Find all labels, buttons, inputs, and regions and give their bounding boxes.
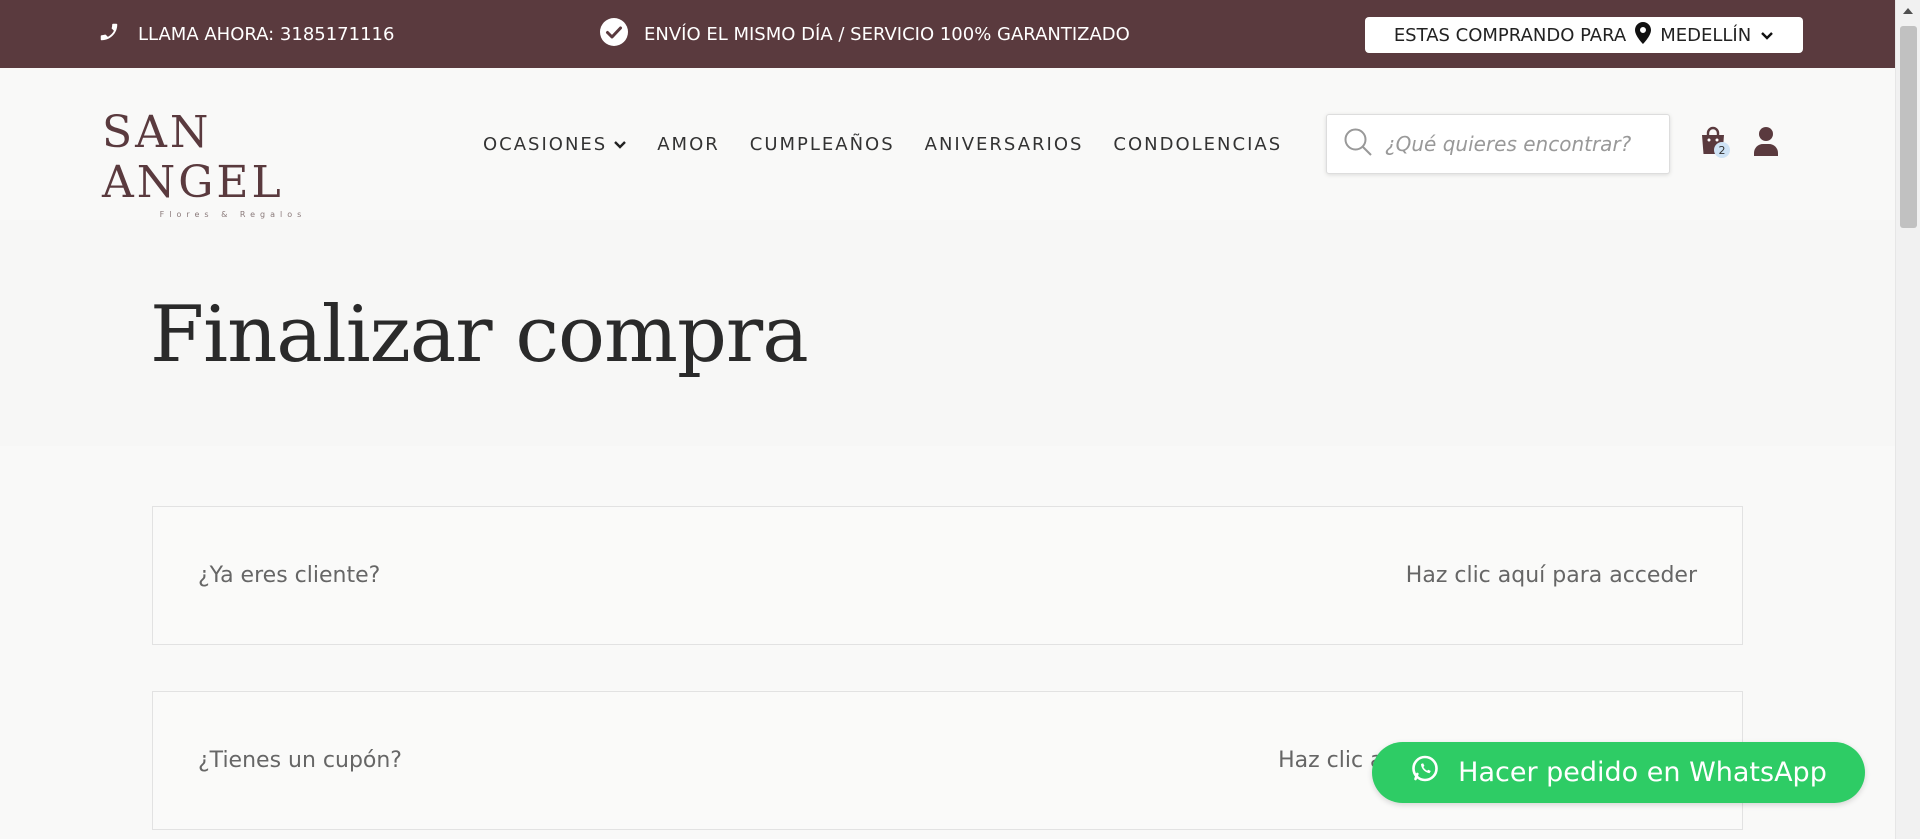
call-now-text: LLAMA AHORA: 3185171116 — [138, 23, 395, 45]
nav-item-cumpleanos[interactable]: CUMPLEAÑOS — [750, 134, 895, 155]
chevron-down-icon — [613, 134, 627, 155]
search-input[interactable] — [1385, 132, 1655, 156]
nav-item-ocasiones[interactable]: OCASIONES — [483, 134, 627, 155]
page-hero: Finalizar compra — [0, 220, 1895, 446]
logo-main: SAN ANGEL — [102, 107, 284, 208]
search-icon[interactable] — [1343, 127, 1373, 161]
shipping-text: ENVÍO EL MISMO DÍA / SERVICIO 100% GARAN… — [644, 23, 1130, 45]
nav-item-label: ANIVERSARIOS — [924, 133, 1084, 155]
login-notice: ¿Ya eres cliente? Haz clic aquí para acc… — [152, 506, 1743, 645]
cart-button[interactable]: 2 — [1700, 126, 1730, 160]
login-question: ¿Ya eres cliente? — [198, 563, 381, 588]
buying-for-label: ESTAS COMPRANDO PARA — [1393, 24, 1627, 46]
nav-item-amor[interactable]: AMOR — [657, 134, 720, 155]
whatsapp-icon — [1410, 754, 1440, 791]
cart-count-badge: 2 — [1714, 142, 1730, 158]
account-button[interactable] — [1752, 126, 1782, 158]
logo[interactable]: SAN ANGEL Flores & Regalos — [102, 108, 354, 220]
whatsapp-label: Hacer pedido en WhatsApp — [1458, 757, 1827, 788]
coupon-question: ¿Tienes un cupón? — [198, 748, 402, 773]
chevron-down-icon — [1760, 25, 1774, 46]
phone-icon — [98, 21, 120, 48]
city-label: MEDELLÍN — [1660, 24, 1752, 46]
check-circle-icon — [600, 17, 628, 51]
search-box — [1326, 114, 1670, 174]
scroll-up-icon[interactable] — [1903, 8, 1913, 14]
nav-item-aniversarios[interactable]: ANIVERSARIOS — [925, 134, 1084, 155]
logo-sub: Flores & Regalos — [159, 210, 307, 219]
nav-item-label: OCASIONES — [483, 133, 608, 155]
user-icon — [1752, 127, 1780, 160]
nav-item-label: CONDOLENCIAS — [1113, 133, 1283, 155]
page-scrollbar[interactable] — [1895, 0, 1920, 839]
site-header: SAN ANGEL Flores & Regalos OCASIONES AMO… — [0, 68, 1895, 220]
map-pin-icon — [1635, 21, 1652, 49]
scrollbar-thumb[interactable] — [1900, 26, 1917, 228]
top-bar: LLAMA AHORA: 3185171116 ENVÍO EL MISMO D… — [0, 0, 1895, 68]
nav-item-condolencias[interactable]: CONDOLENCIAS — [1113, 134, 1282, 155]
shipping-notice: ENVÍO EL MISMO DÍA / SERVICIO 100% GARAN… — [600, 0, 1130, 68]
location-selector[interactable]: ESTAS COMPRANDO PARA MEDELLÍN — [1365, 17, 1803, 53]
nav-item-label: CUMPLEAÑOS — [749, 133, 895, 155]
call-now[interactable]: LLAMA AHORA: 3185171116 — [98, 0, 394, 68]
login-link[interactable]: Haz clic aquí para acceder — [1406, 563, 1697, 588]
main-nav: OCASIONES AMOR CUMPLEAÑOS ANIVERSARIOS C… — [483, 68, 1282, 220]
page-title: Finalizar compra — [150, 290, 809, 380]
nav-item-label: AMOR — [657, 133, 720, 155]
whatsapp-order-button[interactable]: Hacer pedido en WhatsApp — [1372, 742, 1865, 803]
